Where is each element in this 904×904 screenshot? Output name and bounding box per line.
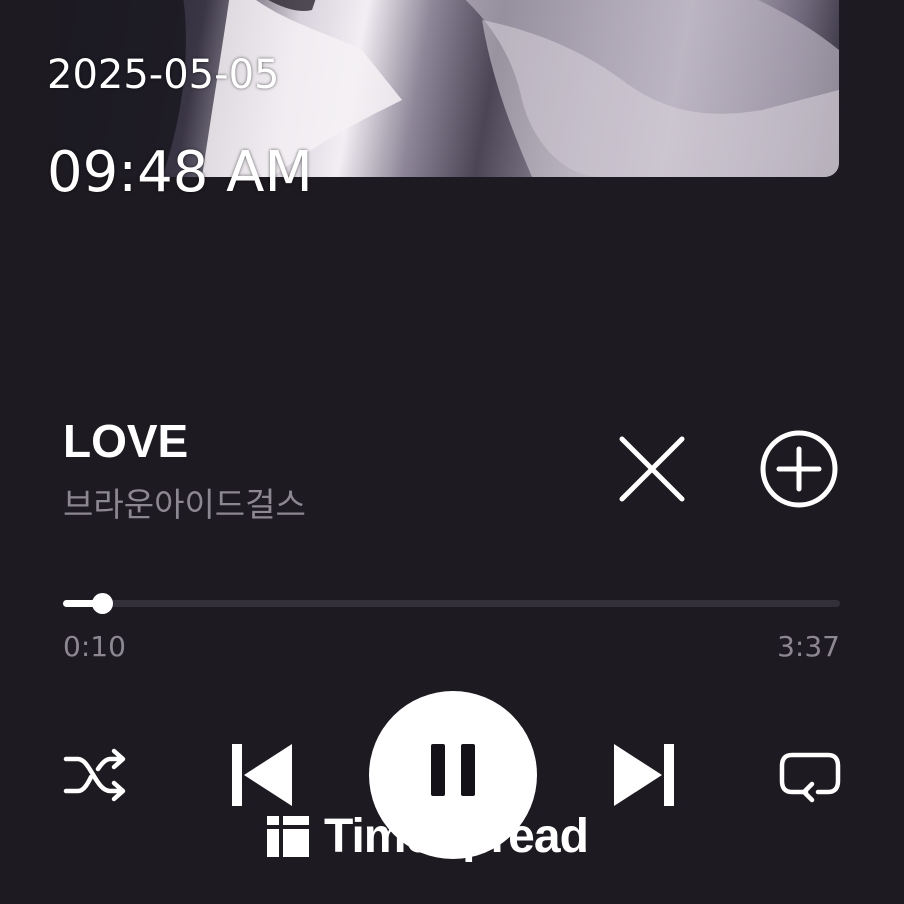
elapsed-time: 0:10	[63, 630, 126, 663]
repeat-icon	[779, 752, 841, 803]
skip-previous-icon	[232, 744, 292, 806]
timestamp-time: 09:48 AM	[47, 140, 313, 205]
progress-slider[interactable]	[63, 593, 840, 614]
progress-thumb[interactable]	[92, 593, 113, 614]
music-player-screen: 2025-05-05 09:48 AM LOVE 브라운아이드걸스 0:10 3…	[0, 0, 904, 904]
shuffle-button[interactable]	[62, 745, 128, 805]
previous-button[interactable]	[230, 740, 294, 810]
close-icon	[619, 436, 685, 502]
repeat-button[interactable]	[778, 744, 842, 806]
timestamp-date: 2025-05-05	[47, 52, 280, 98]
timespread-watermark: TimeSpread	[266, 808, 589, 864]
track-title: LOVE	[63, 415, 189, 467]
watermark-text: TimeSpread	[324, 809, 589, 863]
add-to-playlist-button[interactable]	[758, 429, 840, 511]
plus-circle-icon	[760, 430, 838, 508]
timespread-logo-icon	[267, 816, 309, 857]
skip-next-icon	[614, 744, 674, 806]
shuffle-icon	[63, 748, 126, 802]
next-button[interactable]	[612, 740, 676, 810]
track-artist: 브라운아이드걸스	[63, 485, 306, 524]
close-button[interactable]	[612, 431, 690, 509]
total-duration: 3:37	[777, 630, 840, 663]
